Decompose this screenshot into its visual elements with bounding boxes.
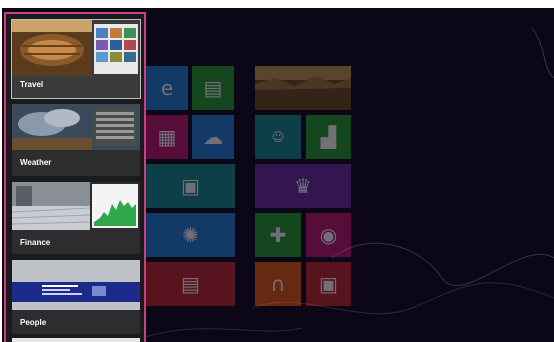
- switcher-item-label: Travel: [20, 80, 44, 89]
- picture-icon: ▣: [181, 174, 200, 198]
- camera-tile[interactable]: ◉: [306, 213, 351, 257]
- finance-live-tile[interactable]: ▟: [306, 115, 351, 159]
- news-tile[interactable]: ▤: [146, 262, 235, 306]
- news-icon: ▤: [181, 272, 200, 296]
- weather-thumbnail: [12, 104, 140, 150]
- skydrive-tile[interactable]: ☁: [192, 115, 234, 159]
- photos-icon: ▦: [157, 125, 177, 149]
- pictures-tile[interactable]: ▣: [146, 164, 235, 208]
- video-icon: ▣: [319, 272, 338, 296]
- people-live-tile[interactable]: ☺: [255, 115, 301, 159]
- finance-thumbnail: [12, 182, 138, 230]
- xbox-games-tile[interactable]: ✚: [255, 213, 301, 257]
- cloud-icon: ☁: [203, 125, 223, 149]
- sun-icon: ✺: [182, 223, 199, 247]
- store-icon: ▤: [203, 76, 223, 100]
- camera-icon: ◉: [319, 223, 338, 247]
- people-icon: ☺: [271, 130, 285, 144]
- ie-tile[interactable]: e: [146, 66, 188, 110]
- music-tile[interactable]: ∩: [255, 262, 301, 306]
- switcher-item-finance[interactable]: Finance: [12, 182, 140, 254]
- switcher-item-label: Finance: [20, 238, 51, 247]
- photos-tile[interactable]: ▦: [146, 115, 188, 159]
- gamepad-icon: ✚: [269, 223, 287, 247]
- travel-thumbnail: [12, 20, 138, 76]
- switcher-item-weather[interactable]: Weather: [12, 104, 140, 176]
- app-switcher-panel: Travel Weather Finance People: [4, 12, 146, 342]
- switcher-item-label: People: [20, 318, 47, 327]
- switcher-item-label: Weather: [20, 158, 52, 167]
- weather-tile[interactable]: ✺: [146, 213, 235, 257]
- games-trophy-tile[interactable]: ♛: [255, 164, 351, 208]
- switcher-item-travel[interactable]: Travel: [11, 19, 141, 99]
- people-thumbnail: [12, 260, 140, 310]
- travel-live-tile[interactable]: [255, 66, 351, 110]
- landscape-image: [255, 66, 351, 110]
- trophy-icon: ♛: [294, 174, 312, 198]
- chart-icon: ▟: [320, 125, 337, 149]
- video-tile[interactable]: ▣: [306, 262, 351, 306]
- internet-explorer-icon: e: [160, 76, 174, 100]
- headphones-icon: ∩: [270, 272, 286, 296]
- switcher-item-people[interactable]: People: [12, 260, 140, 334]
- store-tile[interactable]: ▤: [192, 66, 234, 110]
- switcher-item-partial[interactable]: [12, 338, 140, 342]
